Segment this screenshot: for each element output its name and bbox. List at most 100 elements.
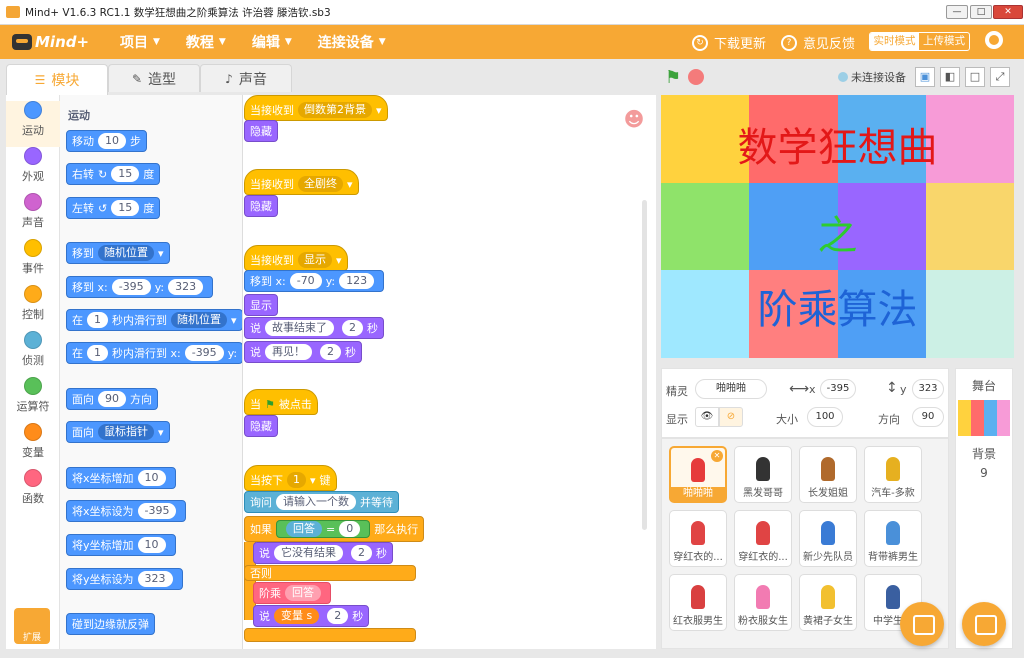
turn-left-block[interactable]: 左转 ↺ 15 度 xyxy=(66,197,161,219)
set-x-block[interactable]: 将x坐标设为 -395 xyxy=(66,500,187,522)
category-motion[interactable]: 运动 xyxy=(6,101,60,147)
tab-blocks[interactable]: ☰ 模块 xyxy=(6,64,108,95)
maximize-button[interactable]: □ xyxy=(970,5,992,19)
sprite-name: 长发姐姐 xyxy=(808,488,848,499)
sprite-item[interactable]: 长发姐姐 xyxy=(799,446,857,503)
set-y-block[interactable]: 将y坐标设为 323 xyxy=(66,568,183,590)
goto-xy-block[interactable]: 移到 x: -70 y: 123 xyxy=(244,270,385,292)
show-block[interactable]: 显示 xyxy=(244,294,278,316)
add-backdrop-button[interactable] xyxy=(962,602,1006,646)
fullscreen-icon[interactable]: ⤢ xyxy=(990,67,1010,87)
sprite-item[interactable]: 粉衣服女生 xyxy=(734,574,792,631)
download-update-button[interactable]: ↻ 下载更新 xyxy=(692,33,766,52)
change-x-block[interactable]: 将x坐标增加 10 xyxy=(66,467,176,489)
menu-project[interactable]: 项目 ▼ xyxy=(120,32,160,52)
stage-canvas[interactable]: 数学狂想曲 之 阶乘算法 xyxy=(661,95,1014,358)
large-stage-icon[interactable]: □ xyxy=(965,67,985,87)
when-receive-hat[interactable]: 当接收到 显示 ▾ xyxy=(244,245,348,271)
point-direction-block[interactable]: 面向 90 方向 xyxy=(66,388,158,410)
glide-block[interactable]: 在 1 秒内滑行到 随机位置 ▾ xyxy=(66,309,242,331)
sprite-item[interactable]: 穿红衣的... xyxy=(734,510,792,567)
sprite-figure-icon xyxy=(821,457,835,481)
extension-button[interactable]: 扩展 xyxy=(14,608,50,644)
bounce-edge-block[interactable]: 碰到边缘就反弹 xyxy=(66,613,155,635)
point-towards-block[interactable]: 面向 鼠标指针 ▾ xyxy=(66,421,170,443)
hide-block[interactable]: 隐藏 xyxy=(244,415,278,437)
sprite-item[interactable]: 穿红衣的... xyxy=(669,510,727,567)
say-variable-block[interactable]: 说变量 s2秒 xyxy=(253,605,370,627)
when-flag-clicked-hat[interactable]: 当 ⚑ 被点击 xyxy=(244,389,318,415)
operators-dot-icon xyxy=(24,377,42,395)
sprite-item[interactable]: 背带裤男生 xyxy=(864,510,922,567)
tab-costumes[interactable]: ✎ 造型 xyxy=(108,64,200,92)
menu-tutorial[interactable]: 教程 ▼ xyxy=(186,32,226,52)
sprite-figure-icon xyxy=(756,521,770,545)
sprite-item[interactable]: 啪啪啪 ✕ xyxy=(669,446,727,503)
minimize-button[interactable]: — xyxy=(946,5,968,19)
category-sensing[interactable]: 侦测 xyxy=(6,331,60,377)
category-control[interactable]: 控制 xyxy=(6,285,60,331)
category-menu: 运动 外观 声音 事件 控制 侦测 运算符 变量 函数 xyxy=(6,95,60,649)
when-receive-hat[interactable]: 当接收到 倒数第2背景 ▾ xyxy=(244,95,388,121)
y-field[interactable]: 323 xyxy=(912,379,944,399)
goto-block[interactable]: 移到 随机位置 ▾ xyxy=(66,242,170,264)
menu-edit[interactable]: 编辑 ▼ xyxy=(252,32,292,52)
split-stage-icon[interactable]: ◧ xyxy=(940,67,960,87)
hide-eye-icon[interactable]: ⊘ xyxy=(719,407,743,427)
x-field[interactable]: -395 xyxy=(820,379,856,399)
size-field[interactable]: 100 xyxy=(807,407,843,427)
change-y-block[interactable]: 将y坐标增加 10 xyxy=(66,534,176,556)
category-events[interactable]: 事件 xyxy=(6,239,60,285)
stage-thumbnail[interactable] xyxy=(958,400,1010,436)
sprite-name: 黄裙子女生 xyxy=(803,616,853,627)
hide-block[interactable]: 隐藏 xyxy=(244,120,278,142)
green-flag-icon[interactable]: ⚑ xyxy=(665,67,681,88)
move-steps-block[interactable]: 移动 10 步 xyxy=(66,130,147,152)
glide-xy-block[interactable]: 在 1 秒内滑行到 x: -395 y: xyxy=(66,342,242,364)
sprite-name-field[interactable]: 啪啪啪 xyxy=(695,379,767,399)
say-for-secs-block[interactable]: 说再见！ 2 秒 xyxy=(244,341,362,363)
when-key-pressed-hat[interactable]: 当按下 1 ▾ 键 xyxy=(244,465,337,491)
small-stage-icon[interactable]: ▣ xyxy=(915,67,935,87)
menu-connect-device[interactable]: 连接设备 ▼ xyxy=(318,32,386,52)
gear-icon[interactable] xyxy=(985,31,1003,49)
close-button[interactable]: ✕ xyxy=(993,5,1023,19)
delete-sprite-icon[interactable]: ✕ xyxy=(711,450,723,462)
if-else-block[interactable]: 如果 回答 = 0 那么执行 xyxy=(244,516,425,542)
sprite-item[interactable]: 黑发哥哥 xyxy=(734,446,792,503)
factorial-function-block[interactable]: 阶乘 回答 xyxy=(253,582,331,604)
ask-and-wait-block[interactable]: 询问 请输入一个数 并等待 xyxy=(244,491,399,513)
category-variables[interactable]: 变量 xyxy=(6,423,60,469)
direction-field[interactable]: 90 xyxy=(912,407,944,427)
workspace-scrollbar[interactable] xyxy=(642,200,647,530)
add-sprite-button[interactable] xyxy=(900,602,944,646)
sprite-name: 汽车-多款 xyxy=(871,488,915,499)
sprite-item[interactable]: 汽车-多款 xyxy=(864,446,922,503)
upload-mode-button[interactable]: 上传模式 xyxy=(919,33,969,50)
category-operators[interactable]: 运算符 xyxy=(6,377,60,423)
hide-block[interactable]: 隐藏 xyxy=(244,195,278,217)
show-eye-icon[interactable]: 👁 xyxy=(695,407,719,427)
sprite-figure-icon xyxy=(821,521,835,545)
sprite-name: 红衣服男生 xyxy=(673,616,723,627)
sprite-item[interactable]: 新少先队员 xyxy=(799,510,857,567)
turn-right-block[interactable]: 右转 ↻ 15 度 xyxy=(66,163,161,185)
mode-toggle[interactable]: 实时模式 上传模式 xyxy=(869,32,970,51)
tab-sounds[interactable]: ♪ 声音 xyxy=(200,64,292,92)
control-dot-icon xyxy=(24,285,42,303)
say-for-secs-block[interactable]: 说它没有结果 2 秒 xyxy=(253,542,393,564)
equals-operator[interactable]: 回答 = 0 xyxy=(276,520,371,538)
goto-xy-block[interactable]: 移到 x: -395 y: 323 xyxy=(66,276,214,298)
say-for-secs-block[interactable]: 说故事结束了 2 秒 xyxy=(244,317,384,339)
sprite-item[interactable]: 黄裙子女生 xyxy=(799,574,857,631)
category-looks[interactable]: 外观 xyxy=(6,147,60,193)
script-workspace[interactable]: 当接收到 倒数第2背景 ▾ 隐藏 当接收到 全剧终 ▾ 隐藏 当接收到 显示 ▾ 移到 x:… xyxy=(243,95,656,649)
category-functions[interactable]: 函数 xyxy=(6,469,60,515)
when-receive-hat[interactable]: 当接收到 全剧终 ▾ xyxy=(244,169,359,195)
stop-icon[interactable] xyxy=(688,69,704,85)
feedback-button[interactable]: ? 意见反馈 xyxy=(781,33,855,52)
realtime-mode-button[interactable]: 实时模式 xyxy=(870,33,920,50)
editor-tabs: ☰ 模块 ✎ 造型 ♪ 声音 xyxy=(0,59,657,95)
sprite-item[interactable]: 红衣服男生 xyxy=(669,574,727,631)
category-sound[interactable]: 声音 xyxy=(6,193,60,239)
